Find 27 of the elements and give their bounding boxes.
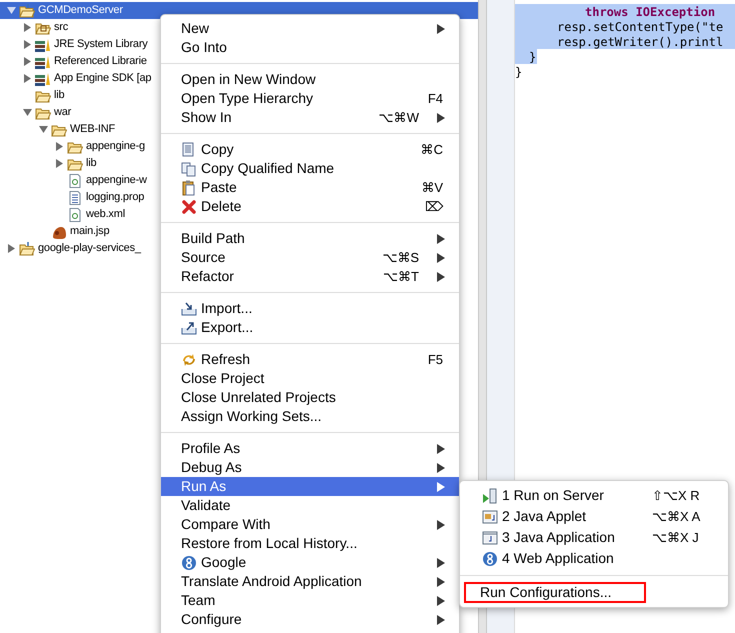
tree-item-label: google-play-services_ [38, 241, 141, 256]
tree-item-label: App Engine SDK [ap [54, 71, 152, 86]
tree-item-label: Referenced Librarie [54, 54, 147, 70]
tree-item-label: JRE System Library [54, 37, 148, 52]
shortcut-label: ⌥⌘W [378, 108, 419, 127]
shortcut-label: ⌥⌘S [382, 248, 419, 267]
shortcut-label: ⌘C [420, 140, 443, 159]
shortcut-label: F5 [428, 350, 443, 369]
shortcut-label: ⌥⌘X J [652, 528, 700, 547]
tree-item-label: lib [86, 156, 96, 172]
tree-item-label: lib [54, 88, 64, 104]
tree-item-label: appengine-g [86, 139, 145, 154]
tree-item-label: main.jsp [70, 224, 110, 240]
tree-item-label: logging.prop [86, 190, 144, 206]
shortcut-label: ⌥⌘X A [652, 508, 702, 526]
tree-item-label: web.xml [86, 207, 125, 222]
tree-item-label: src [54, 20, 68, 36]
shortcut-label: F4 [428, 90, 443, 108]
tree-item-label: WEB-INF [70, 122, 116, 138]
tree-item-label: war [54, 105, 72, 120]
tree-item-label: appengine-w [86, 173, 147, 188]
shortcut-label: ⌥⌘T [383, 268, 419, 286]
shortcut-label: ⌦ [425, 198, 443, 216]
shortcut-label: ⇧⌥X R [652, 486, 701, 505]
tree-item-label: GCMDemoServer [38, 3, 123, 18]
shortcut-label: ⌘V [421, 178, 443, 197]
code-line: } [515, 64, 524, 79]
